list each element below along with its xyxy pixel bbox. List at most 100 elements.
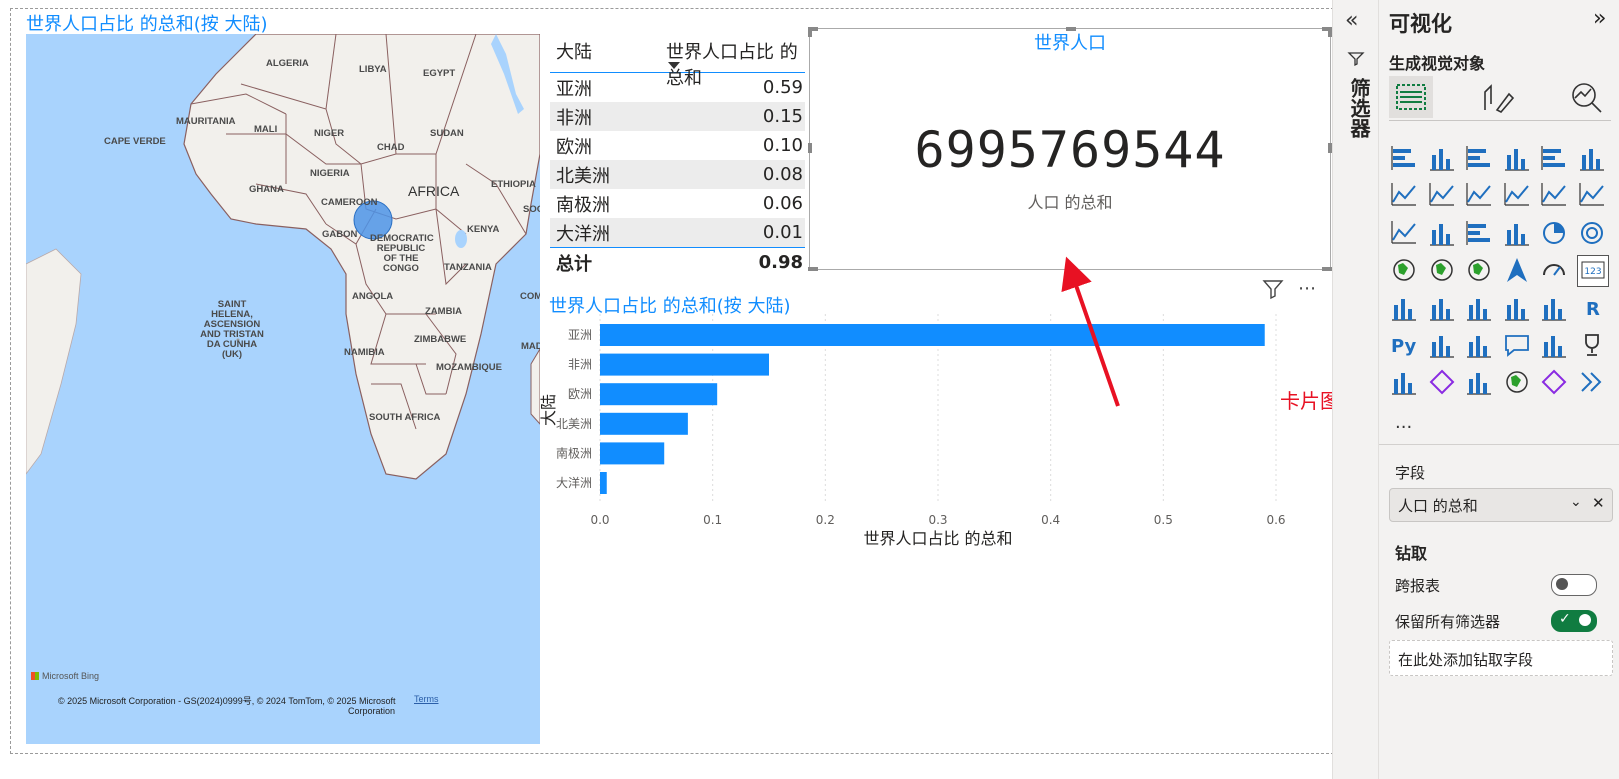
table-icon[interactable] [1502, 293, 1532, 323]
donut-icon[interactable] [1577, 218, 1607, 248]
resize-handle-top[interactable] [1066, 27, 1076, 31]
line-chart-icon[interactable] [1389, 180, 1419, 210]
cross-report-toggle[interactable] [1551, 574, 1597, 596]
kpi-icon[interactable] [1427, 293, 1457, 323]
scatter-icon[interactable] [1502, 218, 1532, 248]
bar-5[interactable] [600, 472, 607, 494]
slicer-icon[interactable] [1464, 293, 1494, 323]
bing-logo: Microsoft Bing [31, 671, 99, 681]
python-visual-icon[interactable]: Py [1389, 330, 1419, 360]
bar-1[interactable] [600, 353, 769, 376]
expand-chevron-icon[interactable]: « [1345, 8, 1358, 33]
bar-0[interactable] [600, 324, 1265, 346]
filter-pane-label[interactable]: 筛选器 [1345, 78, 1374, 138]
table-row[interactable]: 大洋洲 0.01 [550, 218, 805, 247]
more-options-icon[interactable]: ⋯ [1298, 278, 1317, 299]
category-label: 非洲 [568, 358, 592, 372]
analytics-tab[interactable] [1569, 80, 1605, 120]
viz-pane-title: 可视化 [1389, 12, 1452, 36]
cell-continent: 北美洲 [556, 165, 610, 187]
resize-handle-top-left-v[interactable] [808, 27, 812, 37]
bar-2[interactable] [600, 383, 718, 406]
ribbon-chart-icon[interactable] [1389, 218, 1419, 248]
x-tick-label: 0.4 [1041, 513, 1060, 527]
funnel-icon[interactable] [1464, 218, 1494, 248]
arcgis-icon[interactable] [1502, 367, 1532, 397]
keep-filters-toggle[interactable]: ✓ [1551, 610, 1597, 632]
table-row[interactable]: 欧洲 0.10 [550, 131, 805, 160]
filter-pane-collapsed[interactable]: « 筛选器 [1332, 0, 1378, 779]
table-row[interactable]: 南极洲 0.06 [550, 189, 805, 218]
line-column-icon[interactable] [1539, 180, 1569, 210]
stacked-column-icon[interactable] [1427, 143, 1457, 173]
table-body: 亚洲 0.59 非洲 0.15 欧洲 0.10 北美洲 0.08 南极洲 0.06 大洋洲 0.01 [550, 73, 805, 247]
stacked-bar-icon[interactable] [1389, 143, 1419, 173]
column-header-population-share[interactable]: 世界人口占比 的总和 [666, 38, 805, 90]
map-label-tanzania: TANZANIA [444, 262, 492, 273]
resize-handle-left[interactable] [808, 143, 812, 153]
gauge-icon[interactable] [1539, 255, 1569, 285]
category-label: 北美洲 [556, 417, 592, 431]
y-axis-title: 大陆 [540, 394, 558, 426]
field-well-population[interactable]: 人口 的总和 ⌄ ✕ [1389, 488, 1613, 522]
section-divider [1379, 444, 1619, 445]
resize-handle-bottom-left[interactable] [808, 267, 818, 271]
power-automate-icon[interactable] [1464, 367, 1494, 397]
map-icon[interactable] [1427, 255, 1457, 285]
goals-icon[interactable] [1577, 330, 1607, 360]
map-terms-link[interactable]: Terms [414, 694, 439, 704]
100-stacked-column-icon[interactable] [1577, 143, 1607, 173]
table-visual[interactable]: 大陆 世界人口占比 的总和 亚洲 0.59 非洲 0.15 欧洲 0.10 北美洲 0.08 南… [550, 36, 805, 277]
toggle-knob [1556, 578, 1568, 590]
cross-report-label: 跨报表 [1395, 577, 1441, 595]
decomposition-tree-icon[interactable] [1464, 330, 1494, 360]
100-stacked-area-icon[interactable] [1502, 180, 1532, 210]
more-visuals-button[interactable]: ... [1395, 412, 1412, 433]
filter-icon[interactable] [1262, 278, 1284, 304]
build-visual-tab[interactable] [1389, 76, 1433, 118]
chevron-down-icon[interactable]: ⌄ [1570, 494, 1582, 510]
svg-text:123: 123 [1584, 267, 1601, 277]
table-total-row: 总计 0.98 [550, 247, 805, 277]
matrix-icon[interactable] [1539, 293, 1569, 323]
table-row[interactable]: 非洲 0.15 [550, 102, 805, 131]
bar-4[interactable] [600, 442, 665, 465]
resize-handle-bottom-right[interactable] [1322, 267, 1332, 271]
table-row[interactable]: 北美洲 0.08 [550, 160, 805, 189]
card-icon[interactable]: 123 [1576, 255, 1609, 288]
add-drill-field-well[interactable]: 在此处添加钻取字段 [1389, 640, 1613, 676]
format-visual-tab[interactable] [1479, 80, 1515, 120]
clustered-bar-icon[interactable] [1464, 143, 1494, 173]
area-chart-icon[interactable] [1427, 180, 1457, 210]
pie-icon[interactable] [1539, 218, 1569, 248]
bar-chart-visual[interactable]: 0.0 0.1 0.2 0.3 0.4 0.5 0.6 亚洲 非洲 欧洲 北美洲 南极洲 大洋洲 世界人口… [539, 310, 1330, 570]
chevron-visual-icon[interactable] [1577, 367, 1607, 397]
azure-map-icon[interactable] [1502, 255, 1532, 285]
line-clustered-column-icon[interactable] [1577, 180, 1607, 210]
r-visual-icon[interactable]: R [1577, 293, 1607, 323]
collapse-pane-icon[interactable]: » [1593, 6, 1606, 31]
clustered-column-icon[interactable] [1502, 143, 1532, 173]
map-visual[interactable]: ALGERIA LIBYA EGYPT MAURITANIA MALI NIGE… [26, 34, 540, 744]
check-icon: ✓ [1559, 611, 1571, 627]
qa-icon[interactable] [1502, 330, 1532, 360]
cell-continent: 南极洲 [556, 194, 610, 216]
key-influencers-icon[interactable] [1427, 330, 1457, 360]
waterfall-icon[interactable] [1427, 218, 1457, 248]
bar-3[interactable] [600, 412, 688, 435]
filled-map-icon[interactable] [1464, 255, 1494, 285]
remove-field-icon[interactable]: ✕ [1592, 494, 1605, 512]
resize-handle-bottom[interactable] [1066, 267, 1076, 271]
add-drill-label: 在此处添加钻取字段 [1398, 651, 1534, 669]
cell-continent: 亚洲 [556, 78, 592, 100]
treemap-icon[interactable] [1389, 255, 1419, 285]
power-apps-icon[interactable] [1427, 367, 1457, 397]
paginated-report-icon[interactable] [1389, 367, 1419, 397]
stacked-area-icon[interactable] [1464, 180, 1494, 210]
power-automate-alt-icon[interactable] [1539, 367, 1569, 397]
multi-row-card-icon[interactable] [1389, 293, 1419, 323]
100-stacked-bar-icon[interactable] [1539, 143, 1569, 173]
narrative-icon[interactable] [1539, 330, 1569, 360]
card-visual[interactable]: 世界人口 6995769544 人口 的总和 [808, 27, 1332, 271]
column-header-continent[interactable]: 大陆 [550, 38, 666, 64]
